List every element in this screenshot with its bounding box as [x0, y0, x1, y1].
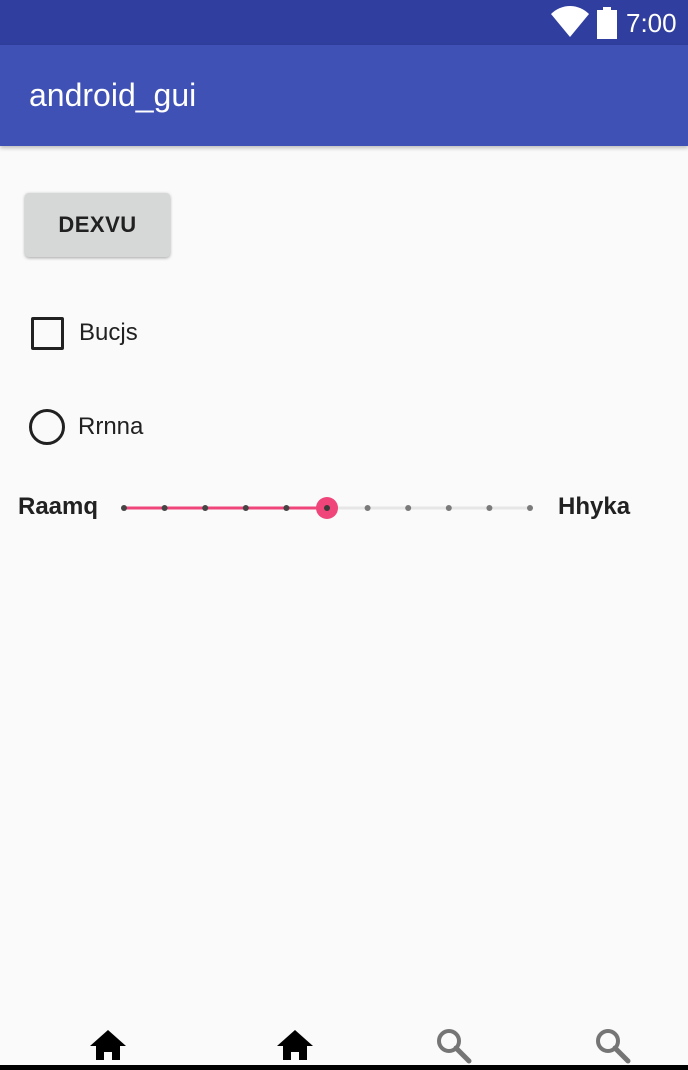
radio-label: Rrnna — [78, 413, 144, 440]
status-clock: 7:00 — [626, 8, 677, 38]
slider-tick — [161, 505, 168, 511]
status-bar: 7:00 — [0, 0, 688, 45]
slider-max-label: Hhyka — [558, 493, 631, 520]
nav-search-icon[interactable] — [434, 1026, 474, 1066]
checkbox[interactable] — [31, 316, 64, 350]
battery-icon — [597, 7, 617, 39]
slider-tick — [527, 505, 533, 511]
checkbox-row[interactable]: Bucjs — [20, 306, 138, 360]
slider-min-label: Raamq — [18, 493, 99, 520]
radio-row[interactable]: Rrnna — [20, 400, 143, 454]
slider-tick — [283, 505, 290, 511]
slider-tick — [364, 505, 371, 511]
seekbar[interactable] — [110, 490, 544, 526]
app-bar: android_gui — [0, 45, 688, 146]
bottom-nav — [0, 1018, 688, 1066]
app-title: android_gui — [29, 77, 197, 113]
slider-tick — [486, 505, 493, 511]
checkbox-label: Bucjs — [79, 319, 138, 346]
radio-button[interactable] — [29, 409, 65, 445]
screen: 7:00 android_gui DEXVU Bucjs Rrnna Raamq… — [0, 0, 688, 1070]
slider-tick — [405, 505, 412, 511]
slider-tick — [445, 505, 452, 511]
nav-home-icon[interactable] — [88, 1026, 128, 1066]
nav-home-icon[interactable] — [275, 1026, 315, 1066]
slider-thumb-dot — [324, 505, 330, 511]
slider-tick — [242, 505, 249, 511]
slider-tick — [121, 505, 127, 511]
nav-search-icon[interactable] — [593, 1026, 633, 1066]
bottom-edge — [0, 1065, 688, 1070]
slider-tick — [202, 505, 209, 511]
wifi-icon — [551, 6, 589, 37]
action-button[interactable]: DEXVU — [25, 193, 170, 257]
